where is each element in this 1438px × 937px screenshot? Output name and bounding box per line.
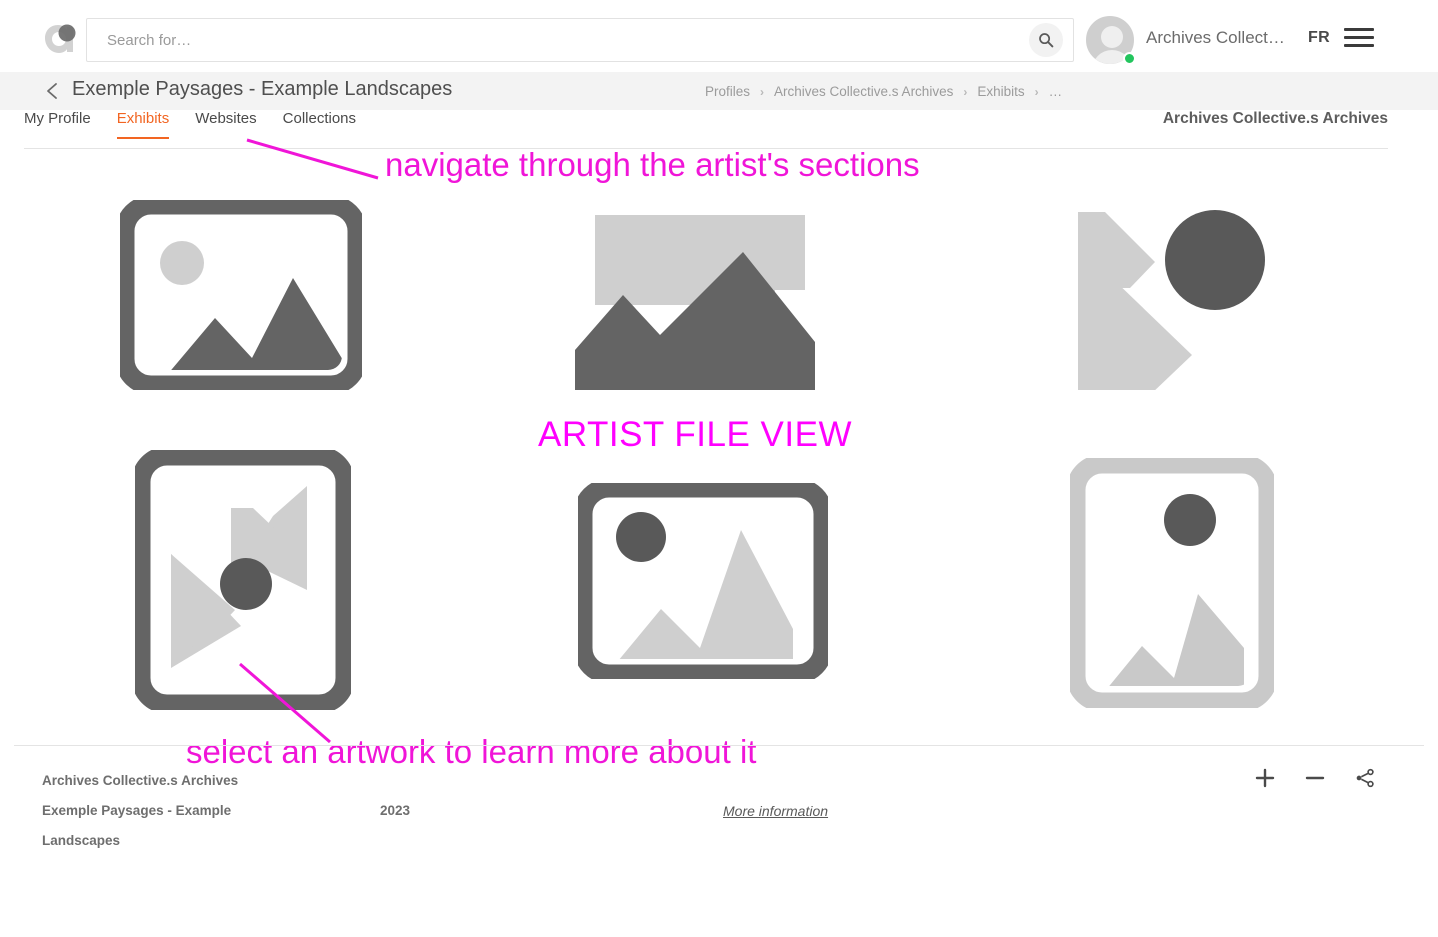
- breadcrumb-separator-icon: ›: [1035, 85, 1039, 99]
- tab-exhibits[interactable]: Exhibits: [117, 110, 170, 139]
- footer-title-line-1: Exemple Paysages - Example: [42, 803, 231, 818]
- breadcrumb-separator-icon: ›: [760, 85, 764, 99]
- breadcrumb-item-exhibits[interactable]: Exhibits: [977, 84, 1024, 99]
- artwork-gallery: [0, 150, 1438, 745]
- artwork-thumb-4[interactable]: [135, 450, 351, 715]
- artwork-info-bar: Archives Collective.s Archives Exemple P…: [0, 745, 1438, 937]
- image-placeholder-icon: [575, 200, 825, 390]
- artwork-toolbar: [1254, 767, 1376, 789]
- hamburger-menu-icon[interactable]: [1344, 28, 1374, 48]
- image-placeholder-icon: [135, 450, 351, 710]
- archives-logo[interactable]: [42, 22, 78, 56]
- top-bar: Archives Collect… FR: [0, 0, 1438, 72]
- plus-icon: [1254, 767, 1276, 789]
- back-button[interactable]: [45, 82, 61, 100]
- tab-divider: [24, 148, 1388, 149]
- tab-bar: My Profile Exhibits Websites Collections…: [0, 110, 1438, 148]
- burger-line: [1344, 28, 1374, 31]
- image-placeholder-icon: [1070, 190, 1290, 390]
- back-chevron-icon: [45, 82, 61, 100]
- tab-my-profile[interactable]: My Profile: [24, 110, 91, 139]
- tab-collections[interactable]: Collections: [283, 110, 356, 139]
- breadcrumb-separator-icon: ›: [963, 85, 967, 99]
- search-icon: [1038, 32, 1054, 48]
- artwork-thumb-3[interactable]: [1070, 190, 1290, 395]
- breadcrumb-item-profiles[interactable]: Profiles: [705, 84, 750, 99]
- tab-list: My Profile Exhibits Websites Collections: [24, 110, 356, 139]
- zoom-in-button[interactable]: [1254, 767, 1276, 789]
- status-badge-online: [1123, 52, 1136, 65]
- footer-title-line-2: Landscapes: [42, 833, 120, 848]
- avatar-head-shape: [1101, 26, 1123, 48]
- share-icon: [1354, 767, 1376, 789]
- archives-logo-icon: [42, 22, 78, 56]
- more-information-link[interactable]: More information: [723, 803, 828, 819]
- image-placeholder-icon: [1070, 458, 1274, 708]
- search-bar[interactable]: [86, 18, 1074, 62]
- minus-icon: [1304, 767, 1326, 789]
- share-button[interactable]: [1354, 767, 1376, 789]
- zoom-out-button[interactable]: [1304, 767, 1326, 789]
- footer-organization: Archives Collective.s Archives: [42, 773, 238, 788]
- tab-websites[interactable]: Websites: [195, 110, 256, 139]
- search-input[interactable]: [87, 19, 1029, 61]
- language-switcher[interactable]: FR: [1308, 29, 1330, 47]
- search-button[interactable]: [1029, 23, 1063, 57]
- footer-year: 2023: [380, 803, 410, 818]
- artwork-thumb-2[interactable]: [575, 200, 825, 395]
- breadcrumb: Profiles › Archives Collective.s Archive…: [705, 84, 1062, 99]
- avatar[interactable]: [1084, 14, 1136, 66]
- artwork-thumb-1[interactable]: [120, 200, 362, 395]
- organization-name-label: Archives Collective.s Archives: [1163, 110, 1388, 128]
- burger-line: [1344, 44, 1374, 47]
- image-placeholder-icon: [578, 483, 828, 679]
- breadcrumb-item-archives[interactable]: Archives Collective.s Archives: [774, 84, 953, 99]
- breadcrumb-item-more[interactable]: …: [1049, 84, 1063, 99]
- burger-line: [1344, 36, 1374, 39]
- page-title: Exemple Paysages - Example Landscapes: [72, 78, 452, 101]
- artwork-thumb-6[interactable]: [1070, 458, 1274, 713]
- artwork-thumb-5[interactable]: [578, 483, 828, 684]
- user-name-label[interactable]: Archives Collect…: [1146, 28, 1285, 48]
- app-root: Archives Collect… FR Exemple Paysages - …: [0, 0, 1438, 937]
- image-placeholder-icon: [120, 200, 362, 390]
